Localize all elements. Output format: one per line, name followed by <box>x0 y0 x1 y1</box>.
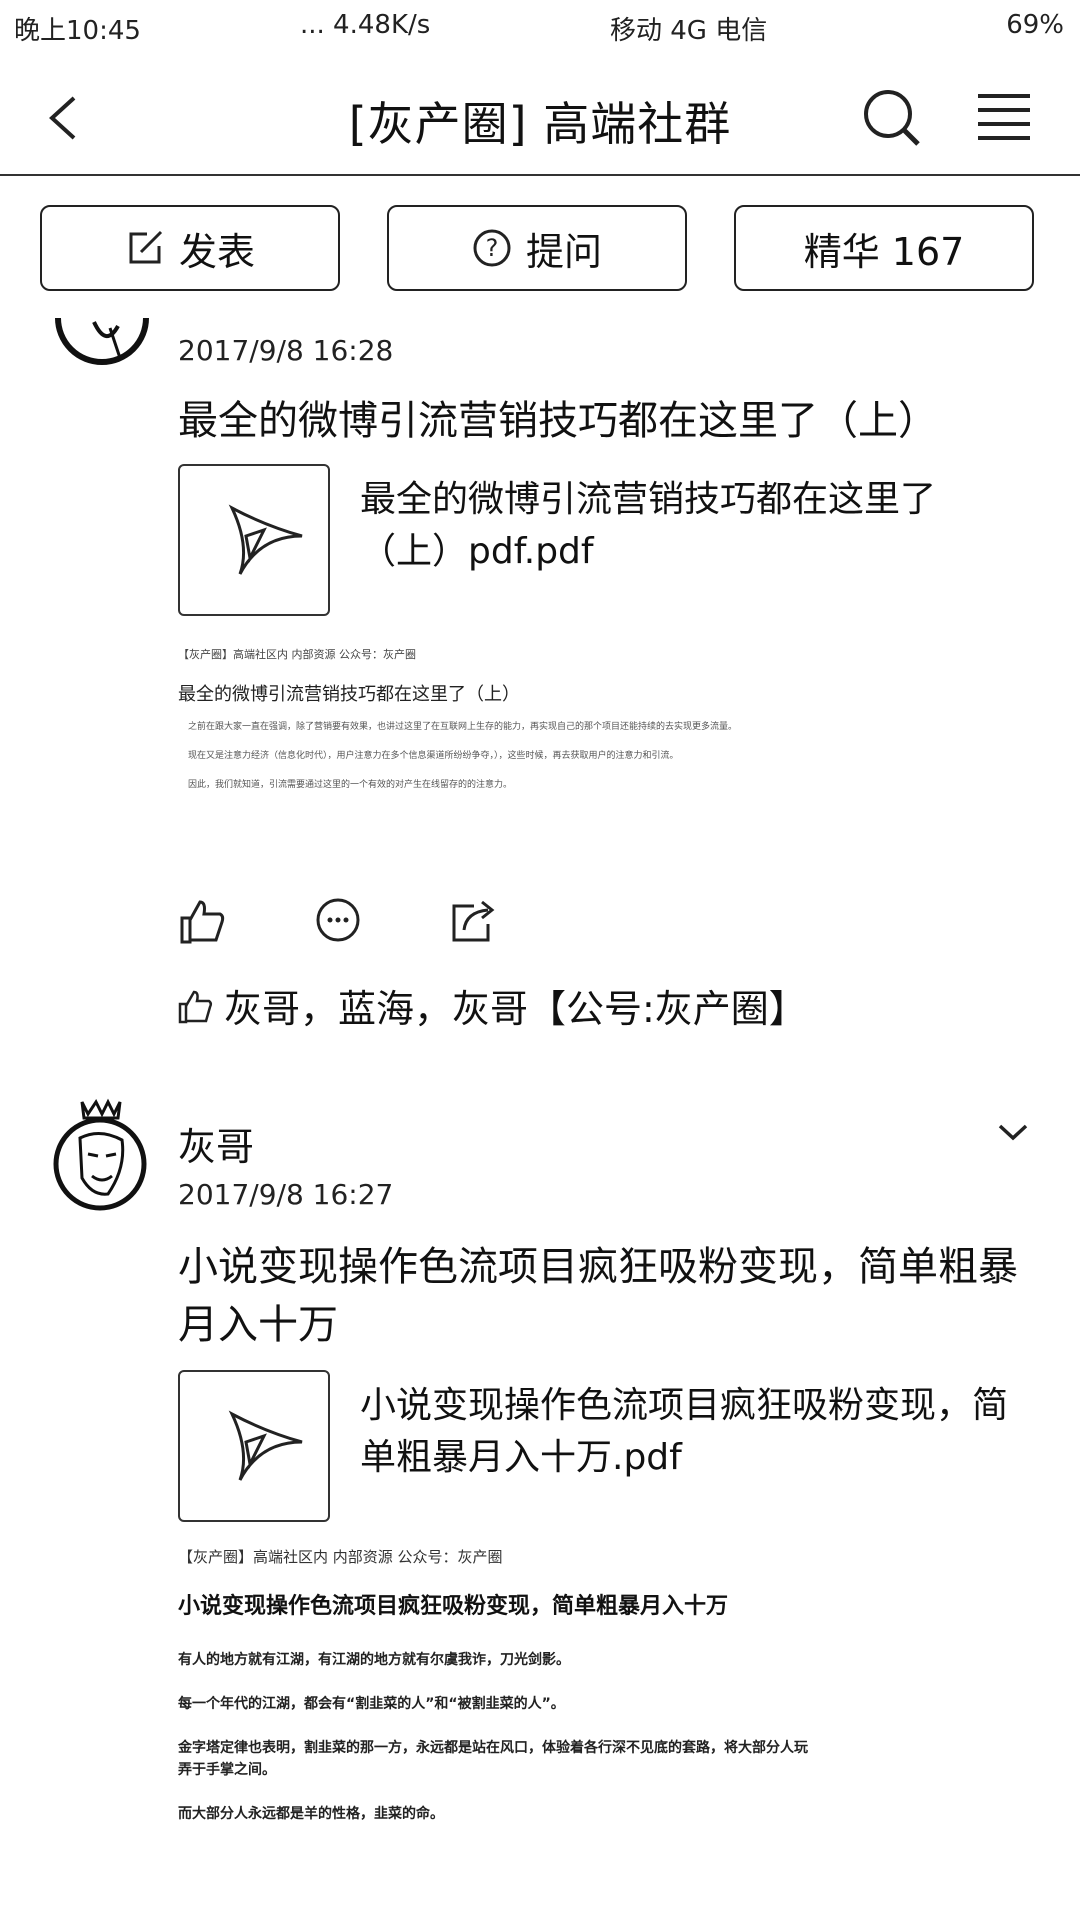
search-icon <box>864 90 920 146</box>
like-icon[interactable] <box>178 896 228 946</box>
comment-icon[interactable] <box>314 896 364 946</box>
elite-button-label: 精华 167 <box>803 229 965 274</box>
elite-button[interactable]: 精华 167 <box>734 205 1034 291</box>
preview-title: 小说变现操作色流项目疯狂吸粉变现，简单粗暴月入十万 <box>178 1594 729 1619</box>
ask-button[interactable]: ? 提问 <box>387 205 687 291</box>
pdf-attachment[interactable]: 小说变现操作色流项目疯狂吸粉变现，简单粗暴月入十万.pdf <box>178 1370 1038 1530</box>
preview-title: 最全的微博引流营销技巧都在这里了（上） <box>178 684 520 705</box>
masked-face-avatar-icon <box>53 1098 147 1211</box>
search-button[interactable] <box>858 84 924 150</box>
status-battery: 69% <box>1006 10 1064 40</box>
document-preview[interactable]: 【灰产圈】高端社区内 内部资源 公众号：灰产圈 小说变现操作色流项目疯狂吸粉变现… <box>178 1546 818 1825</box>
liked-by-line[interactable]: 灰哥，蓝海，灰哥【公号:灰产圈】 <box>178 978 807 1033</box>
preview-paragraph: 因此，我们就知道，引流需要通过这里的一个有效的对产生在线留存的的注意力。 <box>188 780 513 790</box>
post-button-label: 发表 <box>178 229 255 274</box>
status-time: 晚上10:45 <box>14 16 141 46</box>
edit-icon <box>129 230 163 264</box>
action-bar: 发表 ? 提问 精华 167 <box>40 205 1040 295</box>
question-icon: ? <box>473 229 511 267</box>
preview-paragraph: 现在又是注意力经济（信息化时代），用户注意力在多个信息渠道所纷纷争夺，），这些时… <box>188 751 679 761</box>
avatar[interactable] <box>52 1098 150 1212</box>
thumbs-up-icon <box>178 990 213 1023</box>
post-title[interactable]: 小说变现操作色流项目疯狂吸粉变现，简单粗暴月入十万 <box>178 1238 1018 1354</box>
preview-header: 【灰产圈】高端社区内 内部资源 公众号：灰产圈 <box>178 648 416 661</box>
post-title[interactable]: 最全的微博引流营销技巧都在这里了（上） <box>178 392 1018 450</box>
pdf-file-icon <box>178 464 330 616</box>
author-name[interactable]: 灰哥 <box>178 1116 254 1171</box>
share-icon[interactable] <box>448 896 498 946</box>
pdf-file-icon <box>178 1370 330 1522</box>
preview-header: 【灰产圈】高端社区内 内部资源 公众号：灰产圈 <box>178 1548 503 1566</box>
preview-paragraph: 有人的地方就有江湖，有江湖的地方就有尔虞我诈，刀光剑影。 <box>178 1652 570 1668</box>
preview-paragraph: 金字塔定律也表明，割韭菜的那一方，永远都是站在风口，体验着各行深不见底的套路，将… <box>178 1740 808 1778</box>
svg-text:?: ? <box>486 234 499 262</box>
top-nav-bar: [灰产圈] 高端社群 <box>0 56 1080 176</box>
post-actions <box>178 896 498 952</box>
post-timestamp: 2017/9/8 16:28 <box>178 334 394 367</box>
menu-button[interactable] <box>976 90 1032 142</box>
pdf-attachment[interactable]: 最全的微博引流营销技巧都在这里了（上）pdf.pdf <box>178 464 1038 624</box>
ask-button-label: 提问 <box>525 229 602 274</box>
status-net-speed: ... 4.48K/s <box>300 10 431 40</box>
liked-by-names: 灰哥，蓝海，灰哥【公号:灰产圈】 <box>224 987 807 1031</box>
preview-paragraph: 而大部分人永远都是羊的性格，韭菜的命。 <box>178 1806 444 1822</box>
preview-paragraph: 之前在跟大家一直在强调，除了营销要有效果，也讲过这里了在互联网上生存的能力，再实… <box>188 722 738 732</box>
menu-icon <box>978 94 1030 140</box>
attachment-filename: 小说变现操作色流项目疯狂吸粉变现，简单粗暴月入十万.pdf <box>360 1385 1009 1478</box>
document-preview[interactable]: 【灰产圈】高端社区内 内部资源 公众号：灰产圈 最全的微博引流营销技巧都在这里了… <box>178 646 818 793</box>
post-timestamp: 2017/9/8 16:27 <box>178 1178 394 1211</box>
post-button[interactable]: 发表 <box>40 205 340 291</box>
preview-paragraph: 每一个年代的江湖，都会有“割韭菜的人”和“被割韭菜的人”。 <box>178 1696 565 1712</box>
avatar[interactable] <box>54 318 150 368</box>
masked-face-avatar-icon <box>55 318 149 365</box>
status-bar: 晚上10:45 ... 4.48K/s 移动 4G 电信 69% <box>0 0 1080 56</box>
status-signal: 移动 4G 电信 <box>610 16 768 46</box>
chevron-down-icon[interactable] <box>996 1120 1030 1144</box>
attachment-filename: 最全的微博引流营销技巧都在这里了（上）pdf.pdf <box>360 479 937 572</box>
